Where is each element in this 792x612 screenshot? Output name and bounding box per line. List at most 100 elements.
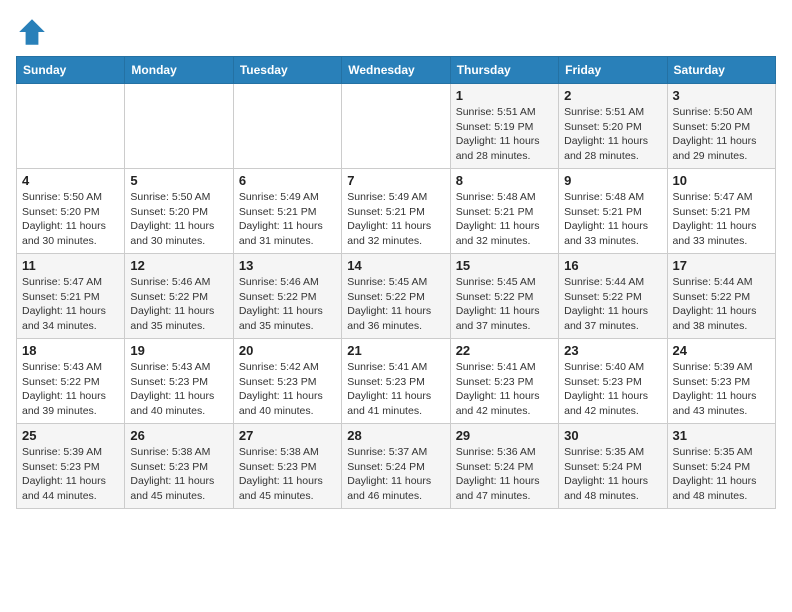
- day-number: 17: [673, 258, 770, 273]
- column-header-saturday: Saturday: [667, 57, 775, 84]
- day-info: Sunrise: 5:43 AM Sunset: 5:22 PM Dayligh…: [22, 360, 119, 419]
- calendar-cell: 8 Sunrise: 5:48 AM Sunset: 5:21 PM Daylig…: [450, 169, 558, 254]
- day-info: Sunrise: 5:48 AM Sunset: 5:21 PM Dayligh…: [456, 190, 553, 249]
- calendar-cell: 23 Sunrise: 5:40 AM Sunset: 5:23 PM Dayli…: [559, 339, 667, 424]
- day-number: 14: [347, 258, 444, 273]
- day-info: Sunrise: 5:35 AM Sunset: 5:24 PM Dayligh…: [564, 445, 661, 504]
- week-row-3: 11 Sunrise: 5:47 AM Sunset: 5:21 PM Dayli…: [17, 254, 776, 339]
- page-header: [16, 16, 776, 48]
- logo-icon: [16, 16, 48, 48]
- day-info: Sunrise: 5:49 AM Sunset: 5:21 PM Dayligh…: [347, 190, 444, 249]
- column-header-wednesday: Wednesday: [342, 57, 450, 84]
- calendar-cell: [125, 84, 233, 169]
- calendar-cell: 28 Sunrise: 5:37 AM Sunset: 5:24 PM Dayli…: [342, 424, 450, 509]
- day-number: 11: [22, 258, 119, 273]
- calendar-cell: 19 Sunrise: 5:43 AM Sunset: 5:23 PM Dayli…: [125, 339, 233, 424]
- day-number: 22: [456, 343, 553, 358]
- day-info: Sunrise: 5:43 AM Sunset: 5:23 PM Dayligh…: [130, 360, 227, 419]
- day-number: 5: [130, 173, 227, 188]
- day-number: 20: [239, 343, 336, 358]
- day-number: 7: [347, 173, 444, 188]
- calendar-cell: [342, 84, 450, 169]
- calendar-cell: 11 Sunrise: 5:47 AM Sunset: 5:21 PM Dayli…: [17, 254, 125, 339]
- day-number: 8: [456, 173, 553, 188]
- column-header-thursday: Thursday: [450, 57, 558, 84]
- calendar-cell: 4 Sunrise: 5:50 AM Sunset: 5:20 PM Daylig…: [17, 169, 125, 254]
- day-info: Sunrise: 5:49 AM Sunset: 5:21 PM Dayligh…: [239, 190, 336, 249]
- day-number: 3: [673, 88, 770, 103]
- day-number: 4: [22, 173, 119, 188]
- day-number: 23: [564, 343, 661, 358]
- day-number: 16: [564, 258, 661, 273]
- calendar-cell: 20 Sunrise: 5:42 AM Sunset: 5:23 PM Dayli…: [233, 339, 341, 424]
- day-number: 1: [456, 88, 553, 103]
- week-row-4: 18 Sunrise: 5:43 AM Sunset: 5:22 PM Dayli…: [17, 339, 776, 424]
- day-info: Sunrise: 5:45 AM Sunset: 5:22 PM Dayligh…: [456, 275, 553, 334]
- week-row-1: 1 Sunrise: 5:51 AM Sunset: 5:19 PM Daylig…: [17, 84, 776, 169]
- day-info: Sunrise: 5:47 AM Sunset: 5:21 PM Dayligh…: [22, 275, 119, 334]
- calendar-cell: 25 Sunrise: 5:39 AM Sunset: 5:23 PM Dayli…: [17, 424, 125, 509]
- day-info: Sunrise: 5:42 AM Sunset: 5:23 PM Dayligh…: [239, 360, 336, 419]
- day-number: 27: [239, 428, 336, 443]
- day-info: Sunrise: 5:35 AM Sunset: 5:24 PM Dayligh…: [673, 445, 770, 504]
- day-info: Sunrise: 5:39 AM Sunset: 5:23 PM Dayligh…: [673, 360, 770, 419]
- column-header-tuesday: Tuesday: [233, 57, 341, 84]
- day-number: 2: [564, 88, 661, 103]
- day-number: 29: [456, 428, 553, 443]
- day-info: Sunrise: 5:46 AM Sunset: 5:22 PM Dayligh…: [130, 275, 227, 334]
- day-info: Sunrise: 5:38 AM Sunset: 5:23 PM Dayligh…: [130, 445, 227, 504]
- day-info: Sunrise: 5:48 AM Sunset: 5:21 PM Dayligh…: [564, 190, 661, 249]
- day-number: 30: [564, 428, 661, 443]
- day-number: 25: [22, 428, 119, 443]
- day-number: 24: [673, 343, 770, 358]
- calendar-cell: 29Sunrise: 5:36 AM Sunset: 5:24 PM Dayli…: [450, 424, 558, 509]
- column-header-sunday: Sunday: [17, 57, 125, 84]
- calendar-table: SundayMondayTuesdayWednesdayThursdayFrid…: [16, 56, 776, 509]
- day-info: Sunrise: 5:47 AM Sunset: 5:21 PM Dayligh…: [673, 190, 770, 249]
- header-row: SundayMondayTuesdayWednesdayThursdayFrid…: [17, 57, 776, 84]
- column-header-monday: Monday: [125, 57, 233, 84]
- column-header-friday: Friday: [559, 57, 667, 84]
- calendar-header: SundayMondayTuesdayWednesdayThursdayFrid…: [17, 57, 776, 84]
- day-number: 28: [347, 428, 444, 443]
- day-number: 18: [22, 343, 119, 358]
- day-number: 31: [673, 428, 770, 443]
- day-info: Sunrise: 5:44 AM Sunset: 5:22 PM Dayligh…: [564, 275, 661, 334]
- day-info: Sunrise: 5:37 AM Sunset: 5:24 PM Dayligh…: [347, 445, 444, 504]
- calendar-body: 1 Sunrise: 5:51 AM Sunset: 5:19 PM Daylig…: [17, 84, 776, 509]
- day-info: Sunrise: 5:51 AM Sunset: 5:19 PM Dayligh…: [456, 105, 553, 164]
- calendar-cell: 30 Sunrise: 5:35 AM Sunset: 5:24 PM Dayli…: [559, 424, 667, 509]
- day-number: 26: [130, 428, 227, 443]
- calendar-cell: 2Sunrise: 5:51 AM Sunset: 5:20 PM Daylig…: [559, 84, 667, 169]
- calendar-cell: 15Sunrise: 5:45 AM Sunset: 5:22 PM Dayli…: [450, 254, 558, 339]
- calendar-cell: 7 Sunrise: 5:49 AM Sunset: 5:21 PM Daylig…: [342, 169, 450, 254]
- calendar-cell: 14Sunrise: 5:45 AM Sunset: 5:22 PM Dayli…: [342, 254, 450, 339]
- day-number: 19: [130, 343, 227, 358]
- calendar-cell: 3Sunrise: 5:50 AM Sunset: 5:20 PM Daylig…: [667, 84, 775, 169]
- calendar-cell: 21Sunrise: 5:41 AM Sunset: 5:23 PM Dayli…: [342, 339, 450, 424]
- calendar-cell: 17Sunrise: 5:44 AM Sunset: 5:22 PM Dayli…: [667, 254, 775, 339]
- logo: [16, 16, 52, 48]
- calendar-cell: 26 Sunrise: 5:38 AM Sunset: 5:23 PM Dayli…: [125, 424, 233, 509]
- day-info: Sunrise: 5:39 AM Sunset: 5:23 PM Dayligh…: [22, 445, 119, 504]
- day-info: Sunrise: 5:38 AM Sunset: 5:23 PM Dayligh…: [239, 445, 336, 504]
- day-number: 6: [239, 173, 336, 188]
- calendar-cell: 27 Sunrise: 5:38 AM Sunset: 5:23 PM Dayli…: [233, 424, 341, 509]
- day-number: 13: [239, 258, 336, 273]
- day-info: Sunrise: 5:50 AM Sunset: 5:20 PM Dayligh…: [22, 190, 119, 249]
- calendar-cell: [233, 84, 341, 169]
- calendar-cell: 10 Sunrise: 5:47 AM Sunset: 5:21 PM Dayli…: [667, 169, 775, 254]
- calendar-cell: 24 Sunrise: 5:39 AM Sunset: 5:23 PM Dayli…: [667, 339, 775, 424]
- calendar-cell: 5 Sunrise: 5:50 AM Sunset: 5:20 PM Daylig…: [125, 169, 233, 254]
- day-info: Sunrise: 5:50 AM Sunset: 5:20 PM Dayligh…: [130, 190, 227, 249]
- day-info: Sunrise: 5:40 AM Sunset: 5:23 PM Dayligh…: [564, 360, 661, 419]
- calendar-cell: 6 Sunrise: 5:49 AM Sunset: 5:21 PM Daylig…: [233, 169, 341, 254]
- calendar-cell: 12Sunrise: 5:46 AM Sunset: 5:22 PM Dayli…: [125, 254, 233, 339]
- calendar-cell: 22 Sunrise: 5:41 AM Sunset: 5:23 PM Dayli…: [450, 339, 558, 424]
- day-number: 10: [673, 173, 770, 188]
- day-info: Sunrise: 5:41 AM Sunset: 5:23 PM Dayligh…: [456, 360, 553, 419]
- day-number: 21: [347, 343, 444, 358]
- calendar-cell: 18 Sunrise: 5:43 AM Sunset: 5:22 PM Dayli…: [17, 339, 125, 424]
- week-row-2: 4 Sunrise: 5:50 AM Sunset: 5:20 PM Daylig…: [17, 169, 776, 254]
- calendar-cell: 9Sunrise: 5:48 AM Sunset: 5:21 PM Daylig…: [559, 169, 667, 254]
